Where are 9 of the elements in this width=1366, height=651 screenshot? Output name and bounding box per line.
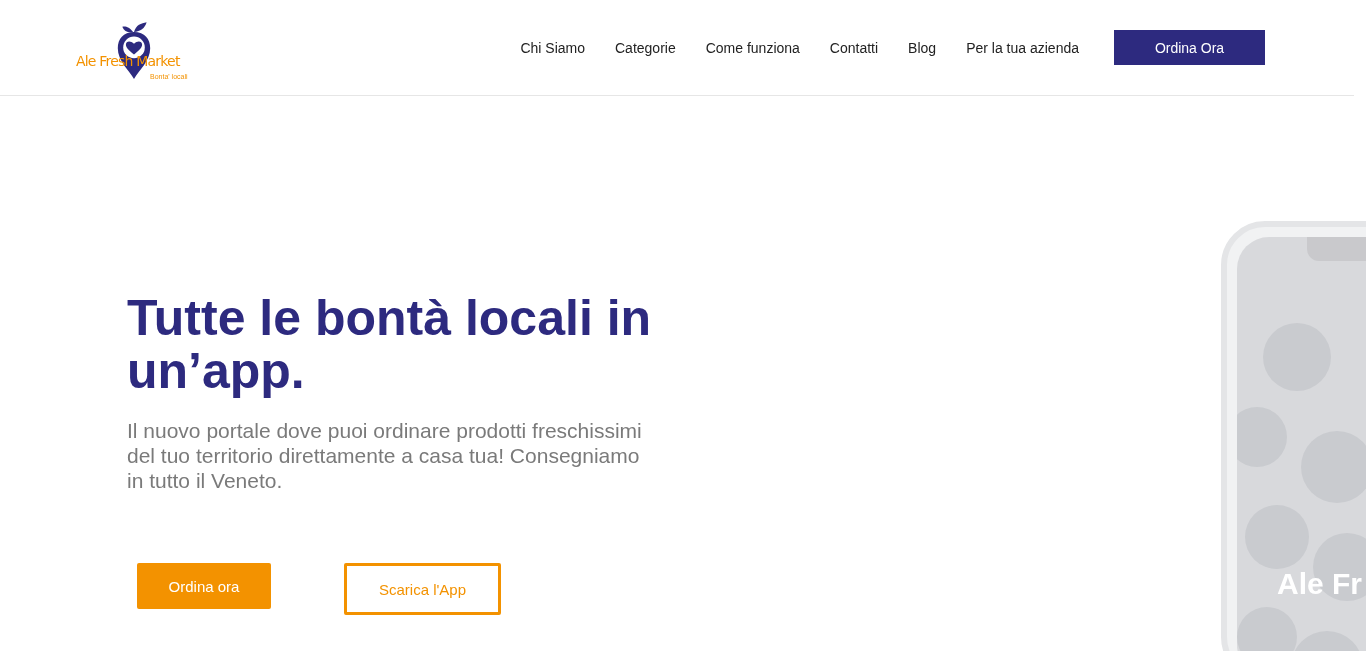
nav-link[interactable]: Contatti: [829, 39, 879, 56]
nav-link[interactable]: Blog: [908, 39, 937, 56]
hero-title: Tutte le bontà locali in un’app.: [127, 292, 653, 398]
nav-link[interactable]: Per la tua azienda: [966, 39, 1079, 56]
nav-link[interactable]: Categorie: [615, 39, 676, 56]
hero-subtitle: Il nuovo portale dove puoi ordinare prodotti freschissimi del tuo territorio direttamente a casa tua! Consegniamo in tutto il Veneto.: [127, 418, 643, 493]
nav-link[interactable]: Chi Siamo: [520, 39, 585, 56]
nav-link[interactable]: Come funziona: [705, 39, 800, 56]
order-button[interactable]: Ordina Ora: [1114, 30, 1265, 65]
